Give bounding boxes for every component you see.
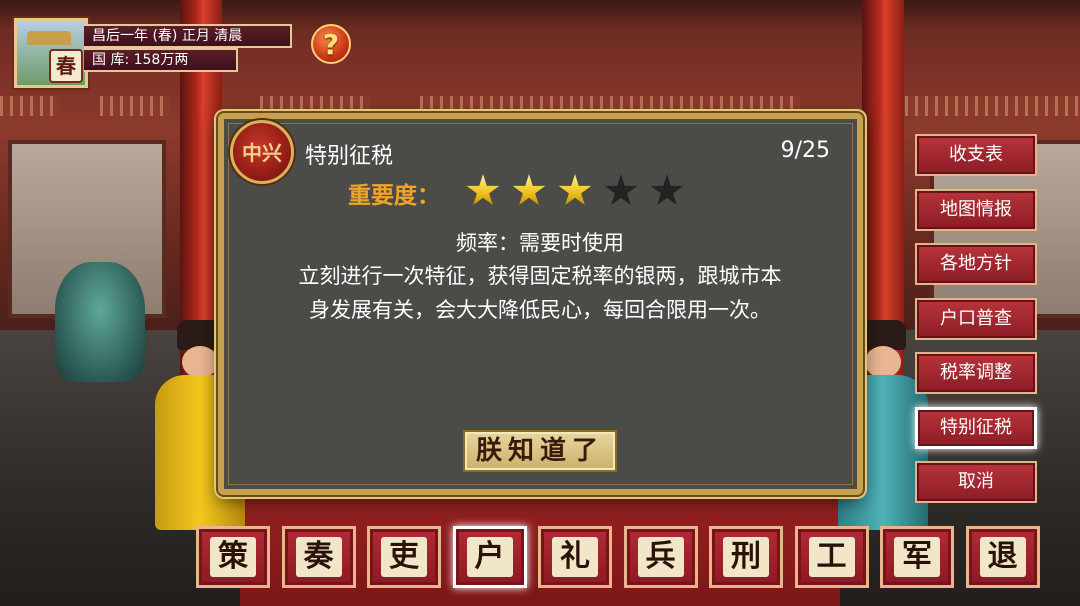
page-counter: 9/25 — [780, 138, 830, 163]
ministry-tab[interactable]: 退 — [965, 526, 1040, 588]
ministry-tab-label: 策 — [210, 537, 256, 577]
date-label: 昌后一年 (春) 正月 清晨 — [84, 24, 292, 48]
ministry-tab-label: 兵 — [637, 537, 684, 577]
importance-label: 重要度： — [348, 183, 440, 209]
ministry-tab-label: 刑 — [723, 537, 769, 577]
confirm-button[interactable]: 朕知道了 — [463, 430, 617, 472]
ministry-tab-label: 退 — [979, 537, 1026, 577]
season-label: 春 — [49, 49, 83, 83]
ministry-tab-label: 军 — [894, 537, 940, 577]
side-menu-button[interactable]: 特别征税 — [915, 406, 1037, 449]
dialog-title: 特别征税 — [305, 144, 394, 169]
window-lattice — [905, 96, 1080, 116]
side-menu-button[interactable]: 地图情报 — [915, 188, 1037, 231]
ministry-tab[interactable]: 兵 — [623, 526, 698, 588]
frequency-text: 频率：需要时使用 — [456, 231, 624, 255]
side-menu-button[interactable]: 各地方针 — [915, 243, 1037, 285]
ministry-tab[interactable]: 工 — [794, 526, 869, 588]
side-menu-button[interactable]: 收支表 — [915, 134, 1037, 176]
season-portrait: 春 — [14, 18, 88, 88]
ministry-tab[interactable]: 军 — [880, 526, 954, 588]
ministry-tab-label: 工 — [808, 537, 855, 577]
ministry-tab[interactable]: 户 — [452, 526, 527, 588]
incense-burner — [55, 262, 145, 382]
window-lattice — [100, 96, 170, 116]
ministry-tab[interactable]: 吏 — [367, 526, 441, 588]
description-line: 立刻进行一次特征，获得固定税率的银两，跟城市本 — [298, 264, 782, 288]
treasury-label: 国 库: 158万两 — [84, 48, 238, 72]
zhongxing-emblem-icon: 中兴 — [230, 120, 294, 184]
side-menu-button[interactable]: 税率调整 — [915, 352, 1037, 394]
help-button[interactable]: ? — [311, 24, 351, 64]
ministry-tab-label: 户 — [466, 537, 513, 577]
description-line: 身发展有关，会大大降低民心，每回合限用一次。 — [309, 298, 771, 322]
side-menu-button[interactable]: 取消 — [915, 461, 1037, 503]
ministry-tab[interactable]: 礼 — [538, 526, 612, 588]
window-lattice — [0, 96, 60, 116]
ministry-tab[interactable]: 奏 — [281, 526, 356, 588]
side-menu-button[interactable]: 户口普查 — [915, 297, 1037, 340]
palace-roof-icon — [27, 31, 71, 45]
ministry-tab-label: 奏 — [295, 537, 342, 577]
ministry-tab-label: 礼 — [552, 537, 598, 577]
ministry-tab[interactable]: 刑 — [709, 526, 783, 588]
ministry-tab-label: 吏 — [381, 537, 427, 577]
ministry-tab[interactable]: 策 — [196, 526, 270, 588]
